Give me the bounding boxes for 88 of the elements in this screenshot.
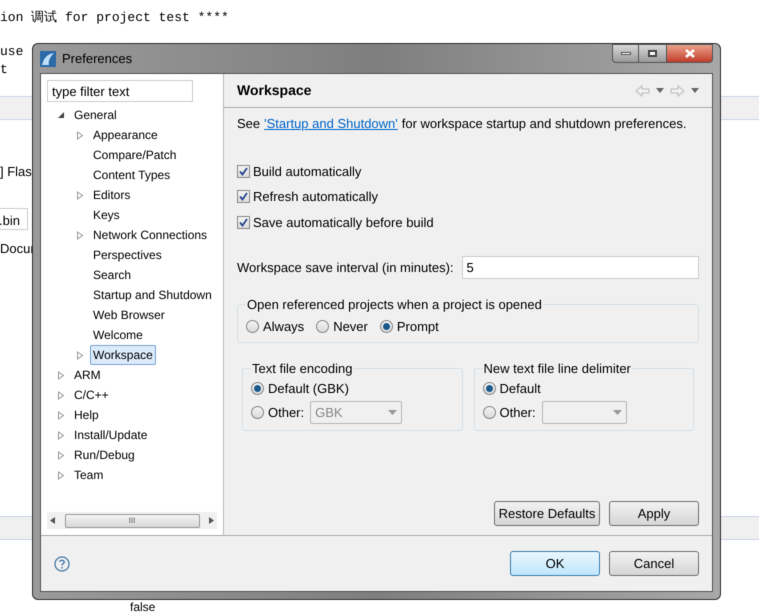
label-text: ] Flas — [0, 163, 32, 181]
tree-item[interactable]: Network Connections — [90, 225, 210, 245]
radio-button[interactable] — [246, 320, 259, 333]
intro-text: for workspace startup and shutdown preferences. — [402, 115, 686, 133]
tree-item[interactable]: Install/Update — [71, 425, 150, 445]
collapsed-arrow-icon[interactable] — [57, 410, 65, 420]
dropdown-caret-icon[interactable] — [388, 410, 398, 415]
checkbox-label: Build automatically — [253, 162, 362, 181]
radio-label: Default — [500, 380, 541, 398]
startup-link[interactable]: 'Startup and Shutdown' — [264, 114, 398, 134]
close-icon[interactable] — [684, 49, 694, 58]
radio-button[interactable] — [251, 406, 264, 419]
scroll-left-icon[interactable] — [50, 517, 55, 524]
dialog-button[interactable]: Restore Defaults — [494, 501, 600, 526]
group-title: Text file encoding — [251, 360, 354, 378]
tree-item[interactable]: Compare/Patch — [90, 145, 180, 165]
dialog-button[interactable]: Cancel — [609, 551, 699, 576]
radio-label: Other: — [500, 404, 536, 422]
code-text: use — [0, 43, 24, 61]
collapsed-arrow-icon[interactable] — [57, 470, 65, 480]
radio-label: Other: — [268, 404, 304, 422]
intro-text: See — [237, 115, 260, 133]
filter-field[interactable]: type filter text — [47, 80, 193, 102]
horizontal-scrollbar[interactable]: III — [47, 512, 217, 529]
tree-item[interactable]: Editors — [90, 185, 134, 205]
checkbox-label: Save automatically before build — [253, 214, 434, 232]
page-title: Workspace — [237, 81, 312, 100]
radio-button[interactable] — [482, 382, 496, 395]
collapsed-arrow-icon[interactable] — [76, 190, 84, 200]
tree-item[interactable]: Startup and Shutdown — [90, 285, 215, 305]
interval-field[interactable]: 5 — [462, 256, 699, 279]
minimize-button[interactable] — [612, 44, 639, 63]
window-title: Preferences — [62, 50, 132, 68]
tree-item[interactable]: C/C++ — [71, 385, 112, 405]
dropdown-caret-icon[interactable] — [656, 88, 664, 93]
tree-item[interactable]: Keys — [90, 205, 123, 225]
collapsed-arrow-icon[interactable] — [76, 230, 84, 240]
collapsed-arrow-icon[interactable] — [57, 370, 65, 380]
tree-item[interactable]: Run/Debug — [71, 445, 138, 465]
help-icon[interactable] — [54, 556, 70, 572]
radio-label: Default (GBK) — [268, 380, 349, 398]
tree-item[interactable]: Help — [71, 405, 102, 425]
scrollbar-thumb[interactable]: III — [64, 514, 200, 528]
app-icon — [40, 50, 56, 66]
interval-label: Workspace save interval (in minutes): — [237, 258, 454, 277]
back-arrow-icon[interactable] — [635, 84, 650, 96]
scroll-right-icon[interactable] — [209, 517, 214, 524]
close-button[interactable] — [666, 44, 713, 63]
console-text: ion 调试 for project test **** — [0, 9, 229, 27]
maximize-button[interactable] — [639, 44, 666, 63]
tree-item[interactable]: Appearance — [90, 125, 161, 145]
file-field[interactable]: .bin — [0, 208, 28, 230]
forward-arrow-icon[interactable] — [670, 84, 685, 96]
radio-label: Prompt — [396, 318, 439, 336]
tree-item[interactable]: Content Types — [90, 165, 174, 185]
radio-label: Never — [333, 318, 368, 336]
collapsed-arrow-icon[interactable] — [57, 450, 65, 460]
tree-item[interactable]: Search — [90, 265, 134, 285]
cell-text: false — [130, 600, 156, 614]
group-title: New text file line delimiter — [482, 360, 632, 378]
dialog-button[interactable]: OK — [510, 551, 600, 576]
tree-item[interactable]: Welcome — [90, 325, 146, 345]
tree-item[interactable]: Web Browser — [90, 305, 168, 325]
tree-item[interactable]: Workspace — [90, 345, 156, 365]
radio-button[interactable] — [482, 406, 496, 419]
checkbox-label: Refresh automatically — [253, 188, 378, 206]
tree-item[interactable]: General — [71, 105, 120, 125]
dropdown-caret-icon[interactable] — [612, 410, 622, 415]
expanded-arrow-icon[interactable] — [57, 111, 65, 119]
checkbox[interactable] — [237, 164, 250, 178]
collapsed-arrow-icon[interactable] — [76, 130, 84, 140]
collapsed-arrow-icon[interactable] — [57, 390, 65, 400]
checkbox[interactable] — [237, 216, 250, 229]
dropdown-caret-icon[interactable] — [691, 88, 699, 93]
group-title: Open referenced projects when a project is opened — [246, 296, 543, 314]
checkbox[interactable] — [237, 190, 250, 204]
tree-item[interactable]: Team — [71, 465, 106, 485]
radio-button[interactable] — [316, 320, 330, 333]
radio-button[interactable] — [251, 382, 264, 395]
tree-item[interactable]: ARM — [71, 365, 104, 385]
dialog-button[interactable]: Apply — [609, 501, 699, 526]
radio-label: Always — [263, 318, 304, 336]
collapsed-arrow-icon[interactable] — [57, 430, 65, 440]
encoding-dropdown[interactable] — [542, 401, 627, 424]
tree-item[interactable]: Perspectives — [90, 245, 165, 265]
collapsed-arrow-icon[interactable] — [76, 350, 84, 360]
code-text: t — [0, 61, 8, 79]
radio-button[interactable] — [380, 320, 393, 333]
